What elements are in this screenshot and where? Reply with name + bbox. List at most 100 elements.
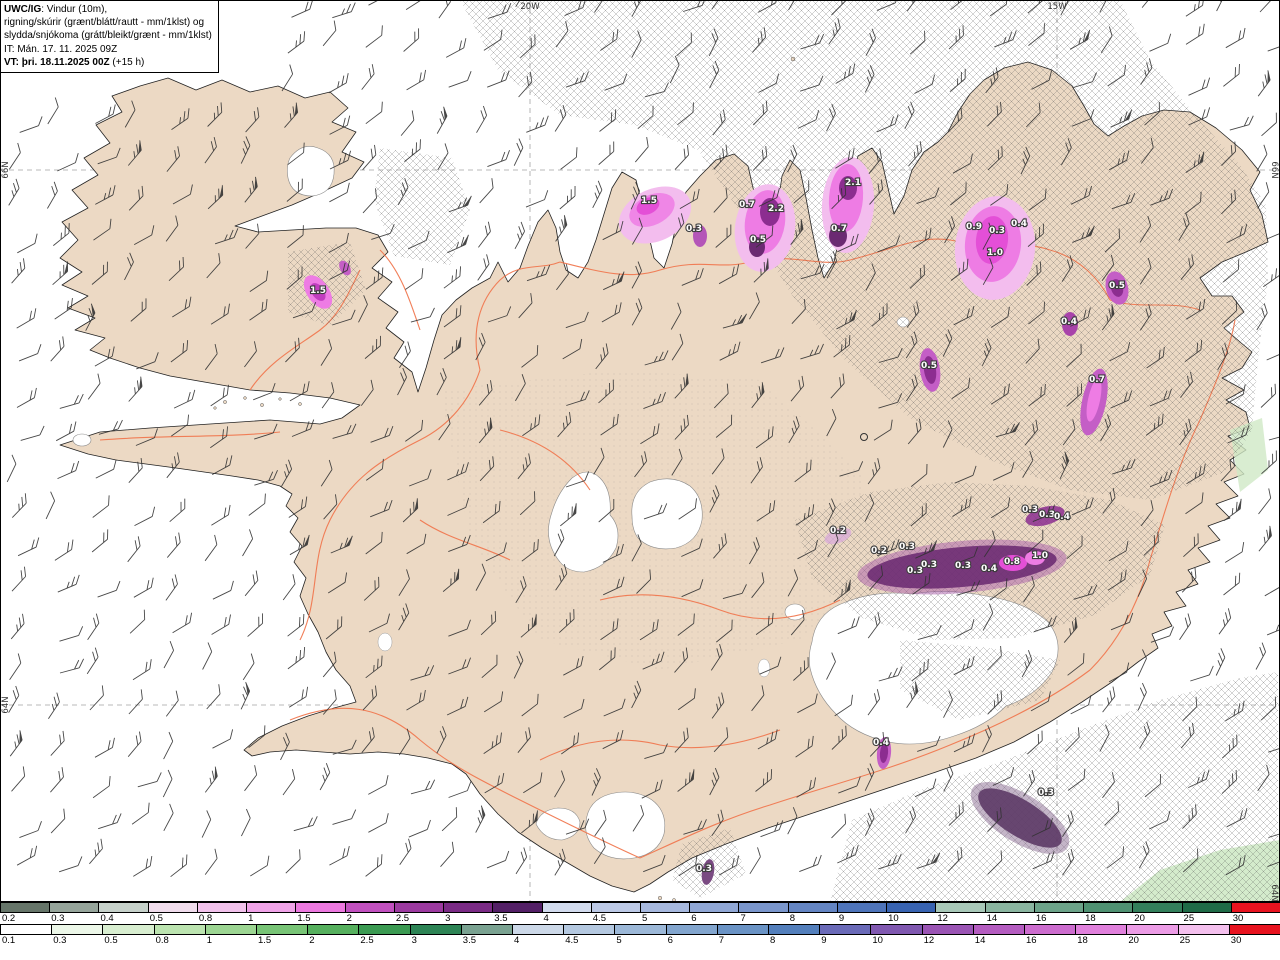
precip-value-label: 0.4 — [873, 738, 889, 748]
lake-thingvallavatn — [377, 632, 393, 652]
colorbar-sleet-snow-band — [0, 902, 1280, 913]
colorbar-segment — [307, 925, 359, 934]
colorbar-segment — [147, 903, 197, 912]
colorbar-segment — [819, 925, 871, 934]
colorbar-segment — [204, 925, 256, 934]
precip-value-label: 0.3 — [899, 542, 915, 552]
colorbar-segment — [51, 925, 103, 934]
valid-time-bold: VT: þri. 18.11.2025 00Z — [4, 56, 110, 68]
colorbar-tick-label: 2 — [309, 935, 315, 946]
colorbar-segment — [0, 903, 50, 912]
glacier-myrdalsjokull — [585, 791, 666, 860]
colorbar-tick-label: 2.5 — [395, 913, 410, 924]
colorbar-tick-label: 1 — [206, 935, 213, 946]
colorbar-area: 0.2 0.3 0.4 0.5 0.8 1 1.5 2 2.5 3 3.5 4 4.5 5 6 7 8 9 10 12… — [0, 902, 1280, 946]
colorbar-tick-label: 25 — [1183, 913, 1195, 924]
colorbar-segment — [1132, 903, 1182, 912]
colorbar-segment — [393, 903, 444, 912]
precip-value-label: 0.5 — [750, 235, 766, 245]
precip-value-label: 0.3 — [696, 864, 712, 874]
colorbar-tick-label: 30 — [1230, 935, 1242, 946]
colorbar-segment — [689, 903, 739, 912]
colorbar-segment — [921, 925, 973, 934]
colorbar-tick-label: 0.4 — [100, 913, 114, 924]
graticule-label: 20W — [520, 2, 540, 12]
precip-value-label: 0.3 — [1038, 788, 1054, 798]
colorbar-segment — [98, 903, 148, 912]
colorbar-tick-label: 2.5 — [360, 935, 374, 946]
colorbar-tick-label: 5 — [616, 935, 622, 946]
colorbar-tick-label: 3.5 — [494, 913, 508, 924]
colorbar-tick-label: 3 — [411, 935, 417, 946]
precip-value-label: 0.3 — [686, 224, 702, 234]
colorbar-segment — [541, 903, 591, 912]
colorbar-segment — [1177, 925, 1229, 934]
colorbar-tick-label: 20 — [1128, 935, 1139, 946]
graticule-label: 64N — [1269, 884, 1279, 901]
colorbar-tick-label: 6 — [691, 913, 697, 924]
product-desc: : Vindur (10m), — [41, 4, 108, 15]
precip-value-label: 0.4 — [1011, 219, 1027, 229]
colorbar-tick-label: 0.3 — [53, 935, 67, 946]
glacier-snaefellsjokull — [72, 433, 92, 447]
legend-line-product: UWC/IG: Vindur (10m), — [4, 3, 212, 16]
colorbar-segment — [870, 925, 922, 934]
colorbar-segment — [512, 925, 564, 934]
colorbar-tick-label: 0.1 — [2, 935, 16, 946]
colorbar-tick-label: 8 — [770, 935, 776, 946]
weather-map-screen: 1.5 1.5 0.3 0.7 2.2 0.5 2.1 0.7 0.9 0.3 0.4 1.0 0.5 0… — [0, 0, 1280, 960]
legend-line-rain: rigning/skúrir (grænt/blátt/rautt - mm/1… — [4, 17, 205, 29]
colorbar-segment — [256, 925, 308, 934]
colorbar-segment — [640, 903, 690, 912]
colorbar-rain-band — [0, 924, 1280, 935]
graticule-label: 64N — [1, 696, 11, 713]
precip-value-label: 0.5 — [921, 361, 937, 371]
colorbar-tick-label: 0.8 — [155, 935, 169, 946]
glacier-hofsjokull — [631, 478, 703, 550]
colorbar-rain-labels: 0.1 0.3 0.5 0.8 1 1.5 2 2.5 3 3.5 4 4.5 5 6 7 8 9 10 12 14 1… — [0, 935, 1280, 946]
colorbar-segment — [1033, 903, 1084, 912]
precip-value-label: 0.7 — [739, 200, 755, 210]
graticule-label: 66N — [1, 161, 11, 178]
colorbar-tick-label: 7 — [718, 935, 725, 946]
precip-value-label: 0.3 — [921, 560, 937, 570]
colorbar-tick-label: 4 — [543, 913, 549, 924]
colorbar-segment — [768, 925, 820, 934]
colorbar-tick-label: 2 — [346, 913, 352, 924]
precip-value-label: 0.2 — [871, 546, 887, 556]
colorbar-tick-label: 0.5 — [104, 935, 118, 946]
map-legend-box: UWC/IG: Vindur (10m), rigning/skúrir (gr… — [0, 0, 219, 73]
precip-value-label: 0.3 — [1039, 510, 1055, 520]
colorbar-segment — [665, 925, 717, 934]
colorbar-segment — [409, 925, 461, 934]
map-svg: 1.51.50.30.7 2.20.52.10.7 0.9 0.30.41.00.50… — [0, 0, 1280, 902]
colorbar-tick-label: 0.2 — [2, 913, 16, 924]
colorbar-segment — [1024, 925, 1076, 934]
legend-init-time: IT: Mán. 17. 11. 2025 09Z — [4, 43, 118, 55]
colorbar-tick-label: 20 — [1134, 913, 1145, 924]
colorbar-segment — [49, 903, 99, 912]
precip-value-label: 1.5 — [310, 286, 326, 296]
colorbar-tick-label: 10 — [888, 913, 899, 924]
colorbar-tick-label: 1.5 — [258, 935, 272, 946]
colorbar-tick-label: 4.5 — [592, 913, 606, 924]
colorbar-rain: 0.1 0.3 0.5 0.8 1 1.5 2 2.5 3 3.5 4 4.5 5 6 7 8 9 10 12 14 1… — [0, 924, 1280, 946]
precip-value-label: 0.4 — [1054, 512, 1070, 522]
colorbar-segment — [358, 925, 410, 934]
colorbar-segment — [738, 903, 788, 912]
precip-value-label: 0.7 — [1089, 375, 1105, 385]
precip-value-label: 0.2 — [830, 526, 846, 536]
graticule-label: 15W — [1047, 2, 1067, 12]
colorbar-sleet-snow-labels: 0.2 0.3 0.4 0.5 0.8 1 1.5 2 2.5 3 3.5 4 4.5 5 6 7 8 9 10 12… — [0, 913, 1280, 924]
colorbar-segment — [1230, 903, 1280, 912]
colorbar-tick-label: 30 — [1232, 913, 1244, 924]
colorbar-segment — [102, 925, 154, 934]
colorbar-segment — [935, 903, 985, 912]
colorbar-tick-label: 4 — [514, 935, 520, 946]
colorbar-segment — [246, 903, 296, 912]
colorbar-tick-label: 0.3 — [51, 913, 65, 924]
colorbar-tick-label: 18 — [1077, 935, 1088, 946]
colorbar-tick-label: 3.5 — [462, 935, 477, 946]
colorbar-segment — [1228, 925, 1280, 934]
precip-value-label: 1.0 — [987, 248, 1003, 258]
